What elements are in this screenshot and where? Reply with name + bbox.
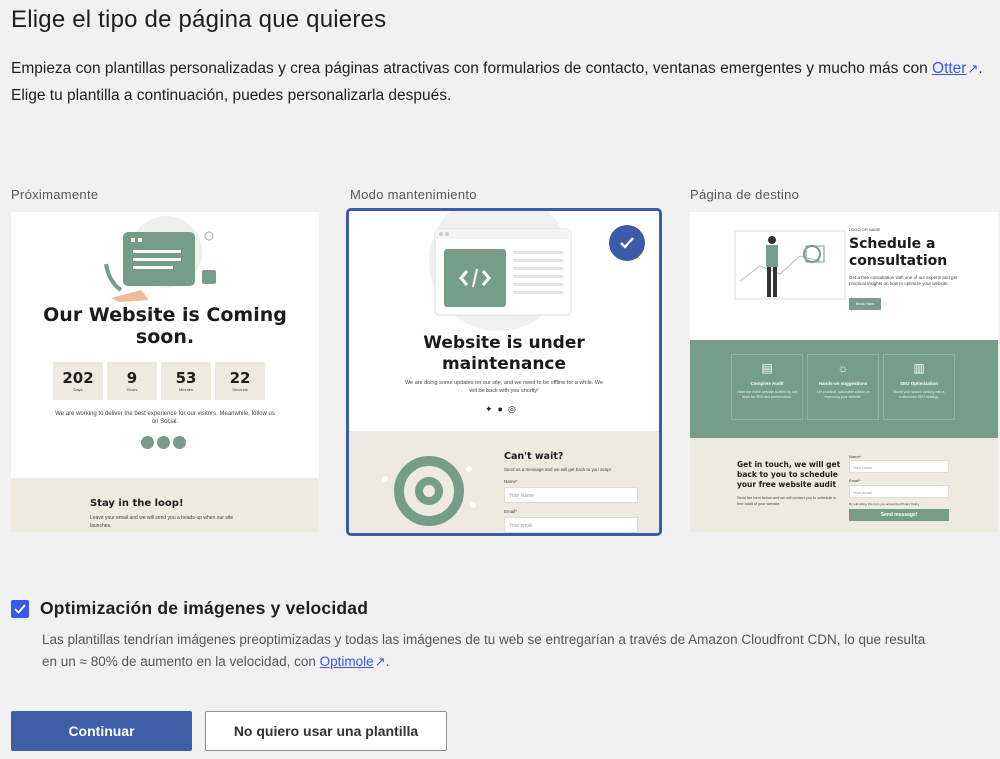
contact-text: Send the form below and we will contact …	[737, 496, 836, 506]
form-title: Can't wait?	[504, 451, 564, 462]
book-now-button: Book Now	[849, 298, 881, 310]
coming-soon-heading: Our Website is Coming soon.	[43, 304, 287, 348]
countdown-unit: Seconds	[232, 387, 248, 392]
optimole-link[interactable]: Optimole	[320, 654, 374, 669]
feature-title: SEO Optimization	[899, 381, 938, 386]
feature-card: ▤ Complete Audit Have the entire website…	[731, 354, 803, 420]
lightbulb-icon: ☼	[837, 361, 849, 375]
feature-title: Hands-on suggestions	[818, 381, 868, 386]
instagram-icon	[173, 436, 186, 449]
optimization-checkbox[interactable]	[11, 599, 29, 618]
name-field: Your Name	[504, 487, 638, 503]
countdown-days: 202 Days	[53, 362, 103, 400]
feature-card: ▥ SEO Optimization Boost your search ran…	[883, 354, 955, 420]
twitter-icon: ✦	[485, 404, 493, 414]
instagram-icon: ◎	[507, 404, 516, 414]
maintenance-message: We are doing some updates on our site, a…	[404, 380, 604, 394]
optimization-option[interactable]: Optimización de imágenes y velocidad	[11, 598, 368, 619]
countdown-value: 9	[126, 369, 138, 387]
feature-text: Boost your search ranking with a customi…	[893, 390, 945, 399]
feature-text: Have the entire website audited by our t…	[737, 390, 797, 399]
countdown-value: 202	[62, 369, 94, 387]
optimization-period: .	[385, 654, 390, 669]
external-link-icon: ↗	[374, 654, 386, 669]
maintenance-form-section: Can't wait? Send us a message and we wil…	[349, 431, 659, 533]
name-label: Name*	[849, 454, 862, 459]
intro-paragraph: Empieza con plantillas personalizadas y …	[11, 56, 996, 83]
features-section: ▤ Complete Audit Have the entire website…	[690, 340, 998, 438]
external-link-icon: ↗	[967, 61, 979, 76]
feature-card: ☼ Hands-on suggestions Get practical, ac…	[807, 354, 879, 420]
consent-text: By submitting this form you accept the P…	[849, 502, 920, 506]
clipboard-icon: ▤	[761, 361, 773, 375]
social-icons	[141, 436, 186, 449]
page-title: Elige el tipo de página que quieres	[11, 6, 387, 33]
name-label: Name*	[504, 479, 518, 484]
continue-button[interactable]: Continuar	[11, 711, 192, 751]
facebook-icon	[157, 436, 170, 449]
twitter-icon	[141, 436, 154, 449]
countdown-unit: Days	[73, 387, 83, 392]
template-label-maintenance: Modo mantenimiento	[350, 187, 477, 202]
optimization-text: Las plantillas tendrían imágenes preopti…	[42, 632, 926, 669]
template-card-maintenance[interactable]: Website is under maintenance We are doin…	[346, 208, 662, 536]
maintenance-heading: Website is under maintenance	[423, 333, 585, 374]
landing-contact-section: Get in touch, we will get back to you to…	[690, 438, 998, 532]
bar-chart-icon: ▥	[913, 361, 925, 375]
otter-link[interactable]: Otter	[932, 60, 966, 77]
email-label: Email*	[849, 478, 861, 483]
feature-text: Get practical, actionable advice on impr…	[816, 390, 870, 399]
coming-soon-message: We are working to deliver the best exper…	[55, 411, 275, 425]
name-field: Your name	[849, 460, 949, 473]
social-icons: ✦ ● ◎	[485, 404, 516, 415]
at-sign-icon	[382, 456, 476, 526]
optimization-description: Las plantillas tendrían imágenes preopti…	[42, 629, 942, 673]
checkmark-icon	[14, 603, 26, 614]
countdown-hours: 9 Hours	[107, 362, 157, 400]
landing-heading: Schedule a consultation	[849, 236, 948, 269]
landing-intro: Get a free consultation with one of our …	[849, 275, 958, 286]
landing-eyebrow: LOGO OR NAME	[849, 227, 881, 232]
skip-template-button[interactable]: No quiero usar una plantilla	[205, 711, 447, 751]
template-label-coming-soon: Próximamente	[11, 187, 99, 202]
selected-check-icon	[609, 225, 645, 261]
countdown-value: 22	[229, 369, 251, 387]
countdown-seconds: 22 Seconds	[215, 362, 265, 400]
countdown-unit: Minutes	[178, 387, 193, 392]
countdown: 202 Days 9 Hours 53 Minutes 22 Seconds	[53, 362, 265, 400]
template-label-landing: Página de destino	[690, 187, 800, 202]
send-message-button: Send message!	[849, 509, 949, 521]
intro-text: Empieza con plantillas personalizadas y …	[11, 60, 928, 77]
intro-line-2: Elige tu plantilla a continuación, puede…	[11, 86, 452, 104]
contact-title: Get in touch, we will get back to you to…	[737, 460, 841, 489]
countdown-minutes: 53 Minutes	[161, 362, 211, 400]
coming-soon-footer: Stay in the loop! Leave your email and w…	[11, 478, 319, 532]
template-card-landing[interactable]: LOGO OR NAME Schedule a consultation Get…	[690, 212, 998, 532]
facebook-icon: ●	[497, 404, 503, 414]
page-intro: Empieza con plantillas personalizadas y …	[11, 56, 996, 109]
countdown-value: 53	[175, 369, 197, 387]
countdown-unit: Hours	[126, 387, 138, 392]
form-text: Send us a message and we will get back t…	[504, 467, 612, 472]
feature-title: Complete Audit	[750, 381, 784, 386]
email-field: Your email	[504, 517, 638, 533]
footer-title: Stay in the loop!	[90, 498, 184, 509]
footer-text: Leave your email and we will send you a …	[90, 515, 234, 529]
email-field: Your email	[849, 485, 949, 498]
optimization-title[interactable]: Optimización de imágenes y velocidad	[40, 598, 368, 619]
template-card-coming-soon[interactable]: Our Website is Coming soon. 202 Days 9 H…	[11, 212, 319, 532]
email-label: Email*	[504, 509, 518, 514]
intro-period: .	[978, 60, 983, 77]
